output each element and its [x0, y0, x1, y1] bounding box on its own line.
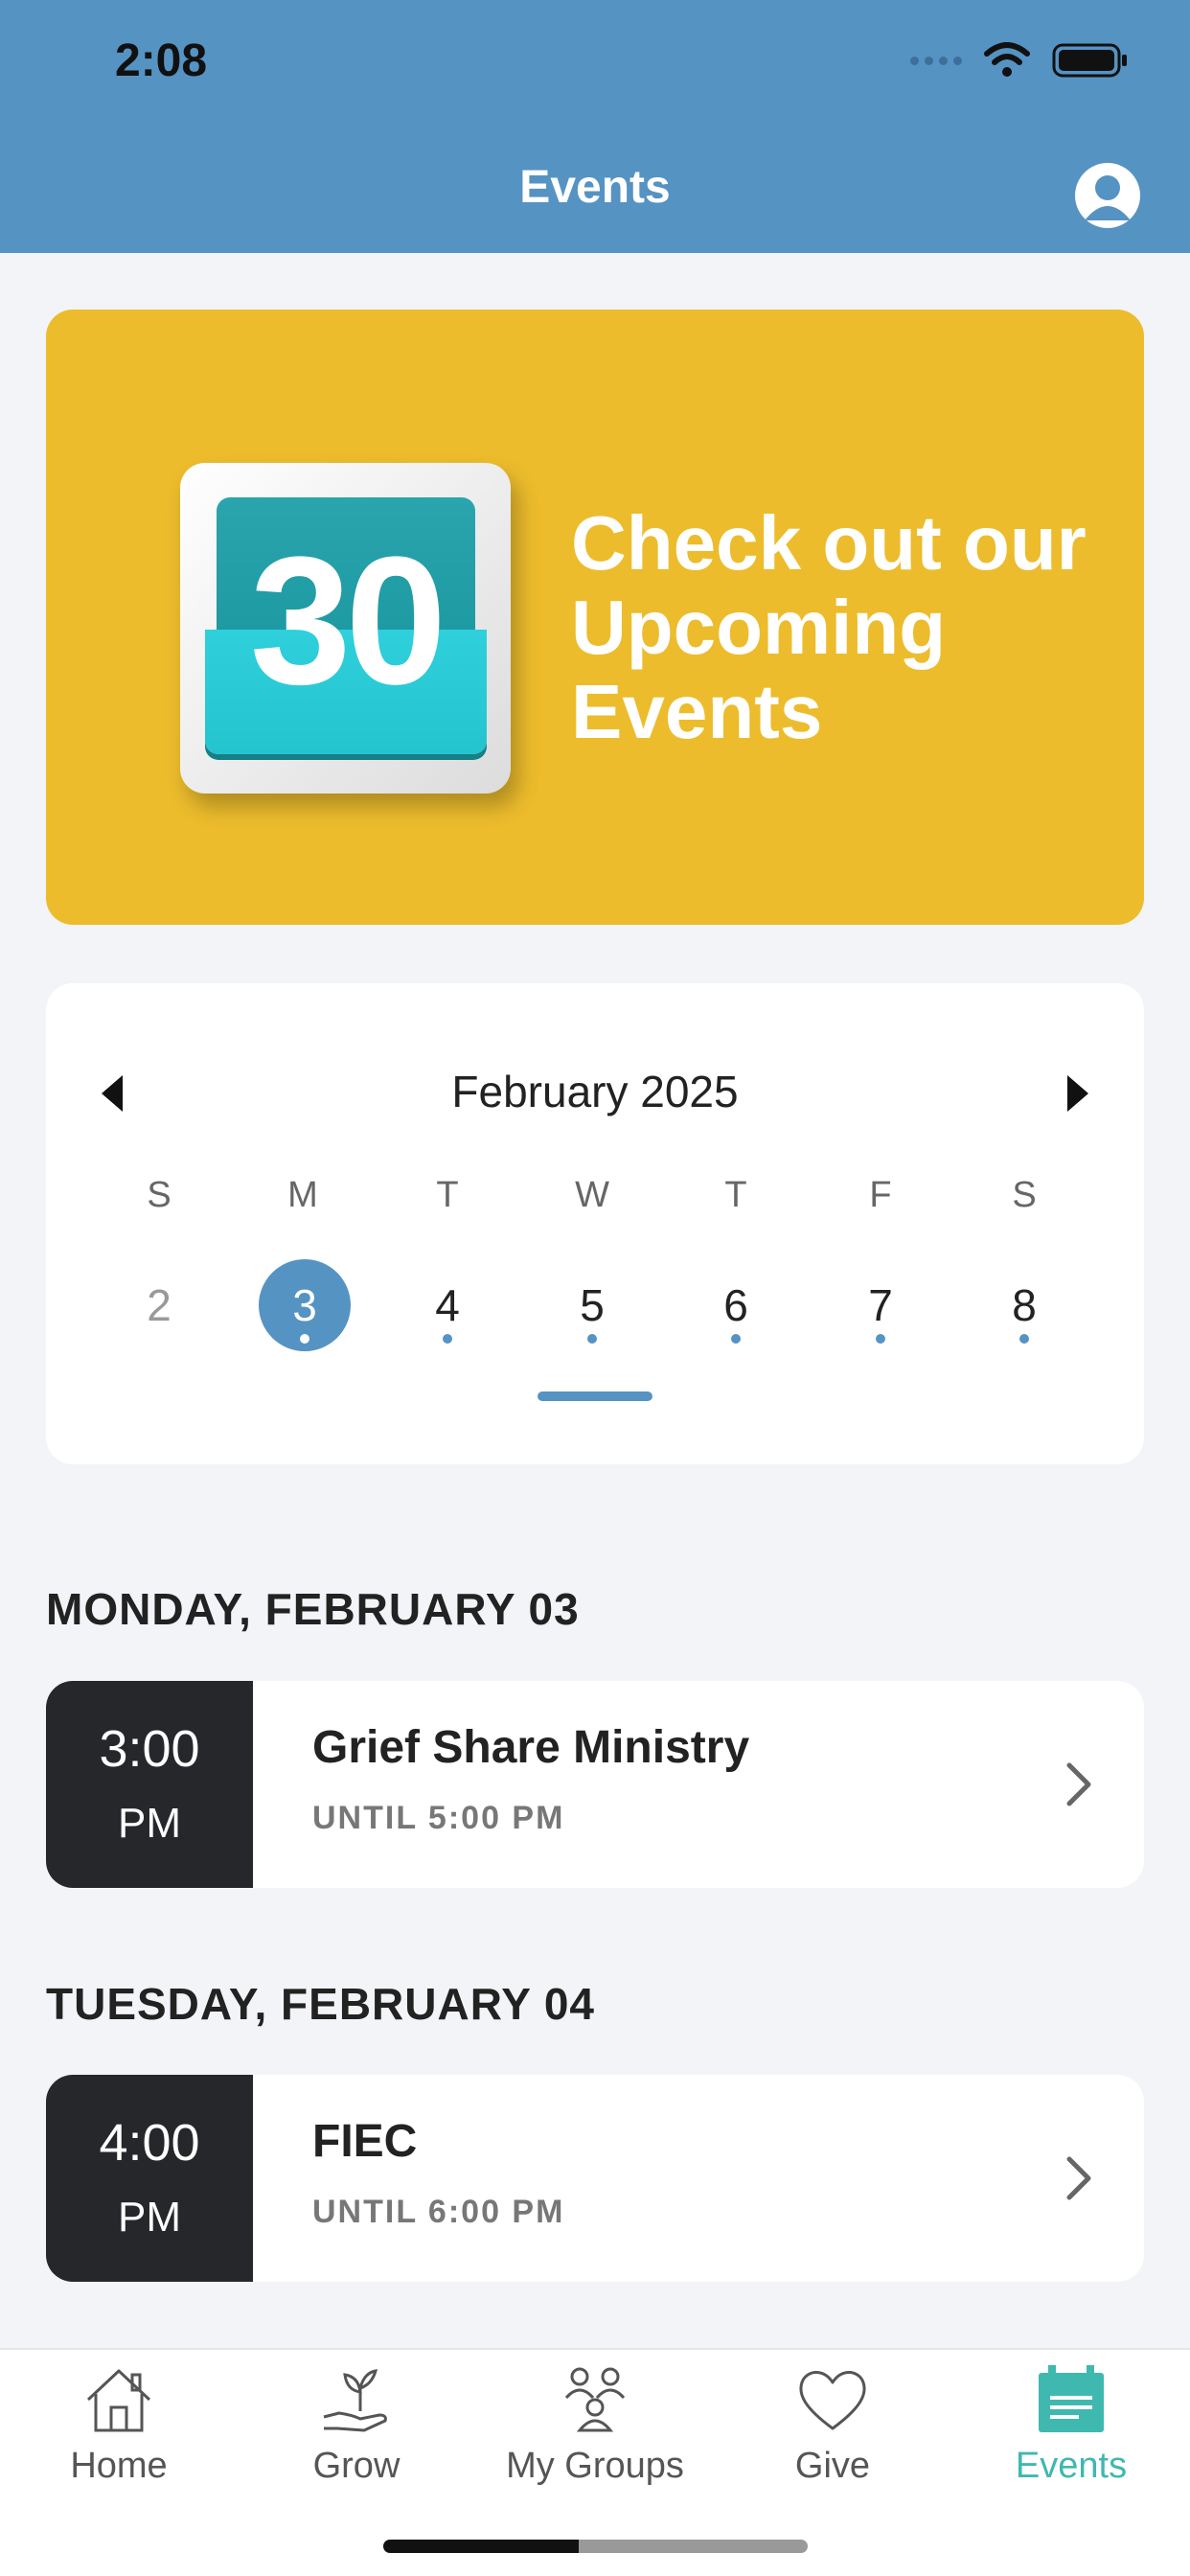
event-dot	[443, 1334, 452, 1344]
banner-line-1: Check out our	[571, 500, 1087, 586]
calendar-graphic-number: 30	[249, 519, 446, 723]
event-start-ampm: PM	[118, 1800, 181, 1847]
tab-grow[interactable]: Grow	[238, 2363, 475, 2487]
tab-give[interactable]: Give	[714, 2363, 951, 2487]
banner-line-3: Events	[571, 669, 823, 754]
banner-headline: Check out our Upcoming Events	[571, 501, 1108, 754]
event-end-time: UNTIL 5:00 PM	[312, 1800, 565, 1836]
event-time-block: 3:00 PM	[46, 1681, 253, 1888]
tab-home-label: Home	[70, 2446, 168, 2486]
user-icon	[1085, 175, 1131, 220]
battery-icon	[1052, 43, 1127, 78]
tab-grow-label: Grow	[312, 2446, 400, 2486]
tab-my-groups[interactable]: My Groups	[476, 2363, 714, 2487]
event-dot	[876, 1334, 885, 1344]
upcoming-events-banner[interactable]: 30 Check out our Upcoming Events	[46, 310, 1144, 925]
weekday-fri: F	[869, 1175, 892, 1215]
section-date-title: TUESDAY, FEBRUARY 04	[46, 1979, 596, 2029]
heart-icon	[799, 2371, 866, 2430]
tab-events-label: Events	[1015, 2446, 1128, 2486]
cellular-signal-icon	[910, 56, 962, 65]
event-title: FIEC	[312, 2116, 418, 2167]
plant-icon	[323, 2369, 387, 2432]
next-month-button[interactable]	[1058, 1070, 1096, 1117]
calendar-day-2[interactable]: 2	[111, 1259, 207, 1351]
section-date-title: MONDAY, FEBRUARY 03	[46, 1584, 580, 1634]
home-indicator	[383, 2540, 808, 2553]
event-time-block: 4:00 PM	[46, 2075, 253, 2282]
event-end-time: UNTIL 6:00 PM	[312, 2194, 565, 2230]
profile-button[interactable]	[1075, 163, 1140, 228]
banner-line-2: Upcoming	[571, 585, 947, 670]
weekday-thu: T	[724, 1175, 747, 1215]
calendar-month-label: February 2025	[451, 1067, 739, 1116]
event-start-time: 4:00	[99, 2114, 200, 2172]
tab-home[interactable]: Home	[0, 2363, 238, 2487]
weekday-mon: M	[287, 1175, 318, 1215]
wifi-icon	[984, 42, 1030, 77]
event-card-fiec[interactable]: 4:00 PM FIEC UNTIL 6:00 PM	[46, 2075, 1144, 2282]
event-dot	[300, 1334, 309, 1344]
groups-icon	[564, 2367, 626, 2432]
chevron-right-icon	[1066, 2156, 1091, 2200]
calendar-icon	[1039, 2365, 1104, 2432]
tab-give-label: Give	[794, 2446, 871, 2486]
event-title: Grief Share Ministry	[312, 1722, 750, 1773]
weekday-wed: W	[575, 1175, 609, 1215]
weekday-tue: T	[436, 1175, 459, 1215]
weekday-sat: S	[1012, 1175, 1037, 1215]
weekday-sun: S	[147, 1175, 172, 1215]
chevron-right-icon	[1066, 1762, 1091, 1806]
app-header: 2:08 Events	[0, 0, 1190, 253]
tab-my-groups-label: My Groups	[506, 2446, 684, 2486]
page-title: Events	[519, 162, 671, 213]
event-start-ampm: PM	[118, 2194, 181, 2241]
home-icon	[86, 2369, 151, 2432]
calendar-graphic: 30	[180, 463, 511, 794]
event-card-grief-share[interactable]: 3:00 PM Grief Share Ministry UNTIL 5:00 …	[46, 1681, 1144, 1888]
event-dot	[731, 1334, 741, 1344]
status-icons	[910, 42, 1129, 79]
tab-events[interactable]: Events	[952, 2363, 1190, 2487]
event-start-time: 3:00	[99, 1720, 200, 1778]
calendar-expand-handle[interactable]	[538, 1392, 652, 1401]
event-dot	[587, 1334, 597, 1344]
status-time: 2:08	[115, 35, 208, 86]
event-dot	[1019, 1334, 1029, 1344]
week-calendar: February 2025 S M T W T F S 2 3 4 5 6 7 …	[46, 983, 1144, 1464]
